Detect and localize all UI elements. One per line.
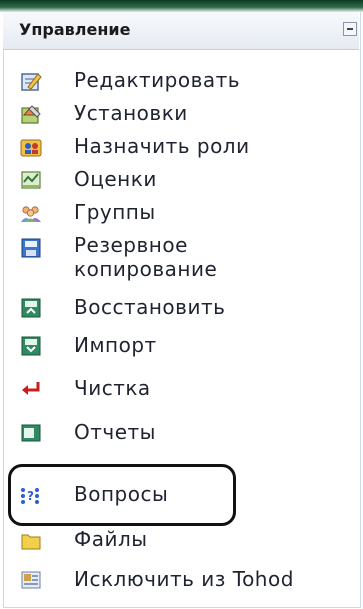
groups-icon [20,202,42,224]
svg-text:?: ? [27,489,34,503]
menu-item-files[interactable]: Файлы [18,525,348,555]
menu-item-backup[interactable]: Резервное копирование [18,233,348,293]
menu-item-restore[interactable]: Восстановить [18,293,348,323]
menu-item-label: Файлы [74,527,148,551]
roles-icon [20,136,42,158]
menu-item-label: Отчеты [74,420,156,444]
menu-item-questions[interactable]: ? Вопросы [18,480,348,510]
menu-item-label: Оценки [74,167,157,191]
minus-box-icon[interactable] [343,22,357,36]
menu-item-label: Импорт [74,333,157,357]
menu-item-reports[interactable]: Отчеты [18,418,348,448]
reset-icon [20,378,42,400]
top-accent-bar [0,0,363,12]
menu-item-label: Исключить из Tohod [74,567,294,591]
menu-item-label: Восстановить [74,295,226,319]
backup-icon [20,237,42,259]
menu-item-roles[interactable]: Назначить роли [18,132,348,162]
menu-item-reset[interactable]: Чистка [18,374,348,404]
reports-icon [20,422,42,444]
restore-icon [20,297,42,319]
files-icon [20,529,42,551]
menu-item-label: Резервное копирование [74,233,218,281]
menu-item-edit[interactable]: Редактировать [18,66,348,96]
admin-block-header: Управление [3,12,359,50]
grades-icon [20,169,42,191]
questions-icon: ? [20,484,42,506]
admin-block-title: Управление [19,20,131,39]
menu-item-label: Группы [74,200,156,224]
edit-icon [20,70,42,92]
menu-item-label: Чистка [74,376,151,400]
menu-item-grades[interactable]: Оценки [18,165,348,195]
menu-item-unenrol[interactable]: Исключить из Tohod [18,565,348,595]
import-icon [20,335,42,357]
menu-item-label: Назначить роли [74,134,250,158]
menu-item-label: Установки [74,101,188,125]
menu-item-groups[interactable]: Группы [18,198,348,228]
unenrol-icon [20,569,42,591]
menu-item-label: Вопросы [74,482,169,506]
menu-item-settings[interactable]: Установки [18,99,348,129]
menu-item-import[interactable]: Импорт [18,331,348,361]
menu-item-label: Редактировать [74,68,241,92]
settings-icon [20,103,42,125]
